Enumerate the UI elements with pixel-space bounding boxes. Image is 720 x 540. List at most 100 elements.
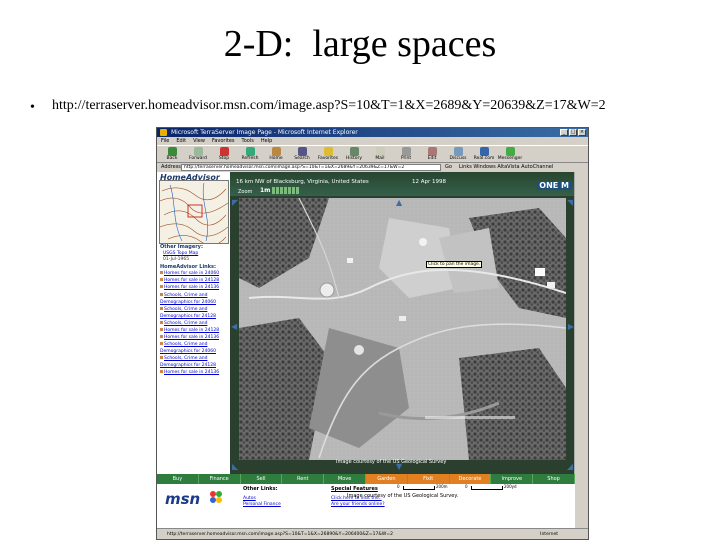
go-button[interactable]: Go	[445, 163, 452, 172]
bullet-mark: •	[30, 100, 35, 115]
tab-improve[interactable]: Improve	[491, 474, 534, 484]
minimize-button[interactable]: _	[560, 129, 568, 136]
messenger-icon	[505, 147, 515, 156]
left-link-1[interactable]: Homes for sale in 24060	[160, 271, 219, 276]
slide-title: 2-D: large spaces	[223, 23, 497, 65]
pan-west-arrow[interactable]: ◀	[231, 322, 237, 331]
slide-url-link[interactable]: http://terraserver.homeadvisor.msn.com/i…	[52, 98, 606, 114]
window-controls: _ □ ×	[560, 129, 586, 136]
left-link-11-label: Schools, Crime and	[164, 342, 208, 347]
left-link-2-label: Homes for sale in 24128	[164, 278, 220, 283]
tab-buy[interactable]: Buy	[157, 474, 199, 484]
aerial-photo[interactable]	[239, 198, 566, 460]
left-link-13-label: Schools, Crime and	[164, 356, 208, 361]
tab-move[interactable]: Move	[324, 474, 366, 484]
links-bar[interactable]: Links Windows AltaVista AutoChannel	[459, 163, 553, 172]
other-imagery-heading: Other Imagery:	[160, 244, 203, 250]
tab-fixit[interactable]: Fixit	[407, 474, 450, 484]
left-link-5[interactable]: Demographics for 24060	[160, 300, 216, 305]
window-titlebar: Microsoft TerraServer Image Page - Micro…	[157, 128, 588, 137]
left-link-3[interactable]: Homes for sale in 24136	[160, 285, 219, 290]
tab-rent[interactable]: Rent	[282, 474, 325, 484]
scale-end-yd: 200yd	[504, 484, 517, 489]
pan-northwest-arrow[interactable]: ◤	[232, 198, 238, 207]
discuss-label: Discuss	[449, 156, 467, 161]
tab-garden[interactable]: Garden	[365, 474, 408, 484]
search-button[interactable]: Search	[291, 146, 313, 162]
personal-finance-link[interactable]: Personal Finance	[243, 502, 281, 507]
tab-sell[interactable]: Sell	[241, 474, 283, 484]
pan-north-arrow[interactable]: ▲	[396, 198, 402, 207]
msn-butterfly-icon	[210, 491, 222, 503]
menu-file[interactable]: File	[161, 137, 169, 145]
pan-northeast-arrow[interactable]: ◥	[567, 198, 573, 207]
scale-end-m: 200m	[436, 484, 448, 489]
edit-label: Edit	[427, 156, 437, 161]
realcom-button[interactable]: Real.com	[473, 146, 495, 162]
one-million-badge[interactable]: ONE M	[537, 181, 571, 190]
discuss-button[interactable]: Discuss	[447, 146, 469, 162]
left-link-13[interactable]: Schools, Crime and	[160, 356, 207, 361]
autos-link[interactable]: Autos	[243, 496, 256, 501]
realcom-icon	[479, 147, 489, 156]
left-link-6[interactable]: Schools, Crime and	[160, 307, 207, 312]
menu-edit[interactable]: Edit	[176, 137, 186, 145]
left-link-14[interactable]: Demographics for 24128	[160, 363, 216, 368]
zoom-level[interactable]: 1m	[260, 187, 270, 194]
left-link-9[interactable]: Homes for sale in 24128	[160, 328, 219, 333]
mail-icon	[375, 147, 385, 156]
scale-bar-meters	[403, 486, 435, 490]
history-label: History	[345, 156, 362, 161]
maximize-button[interactable]: □	[569, 129, 577, 136]
menu-favorites[interactable]: Favorites	[212, 137, 235, 145]
refresh-icon	[245, 147, 255, 156]
vertical-scrollbar[interactable]	[574, 172, 588, 528]
category-nav: Buy Finance Sell Rent Move Garden Fixit …	[157, 474, 575, 484]
search-icon	[297, 147, 307, 156]
left-link-8[interactable]: Schools, Crime and	[160, 321, 207, 326]
print-icon	[401, 147, 411, 156]
search-label: Search	[294, 156, 310, 161]
usgs-topo-link[interactable]: USGS Topo Map	[163, 251, 198, 256]
menu-view[interactable]: View	[193, 137, 205, 145]
left-link-2[interactable]: Homes for sale in 24128	[160, 278, 219, 283]
realcom-label: Real.com	[473, 156, 495, 161]
favorites-button[interactable]: Favorites	[317, 146, 339, 162]
browser-screenshot: Microsoft TerraServer Image Page - Micro…	[156, 127, 589, 540]
left-link-7[interactable]: Demographics for 24128	[160, 314, 216, 319]
topo-map-thumbnail[interactable]	[159, 180, 229, 244]
close-button[interactable]: ×	[578, 129, 586, 136]
history-button[interactable]: History	[343, 146, 365, 162]
address-input[interactable]: http://terraserver.homeadvisor.msn.com/i…	[181, 164, 441, 171]
left-link-12[interactable]: Demographics for 24060	[160, 349, 216, 354]
zoom-scale[interactable]	[272, 187, 299, 194]
menu-bar: File Edit View Favorites Tools Help	[157, 137, 588, 145]
print-button[interactable]: Print	[395, 146, 417, 162]
mail-button[interactable]: Mail	[369, 146, 391, 162]
menu-tools[interactable]: Tools	[242, 137, 254, 145]
print-label: Print	[400, 156, 412, 161]
left-link-10[interactable]: Homes for sale in 24136	[160, 335, 219, 340]
edit-button[interactable]: Edit	[421, 146, 443, 162]
left-link-11[interactable]: Schools, Crime and	[160, 342, 207, 347]
tab-finance[interactable]: Finance	[199, 474, 241, 484]
left-link-4[interactable]: Schools, Crime and	[160, 293, 207, 298]
home-button[interactable]: Home	[265, 146, 287, 162]
back-button[interactable]: Back	[161, 146, 183, 162]
pan-southeast-arrow[interactable]: ◢	[567, 462, 573, 471]
stop-button[interactable]: Stop	[213, 146, 235, 162]
msn-logo[interactable]: msn	[165, 490, 200, 508]
special-feature-link-2[interactable]: Are your friends online?	[331, 502, 385, 507]
tab-decorate[interactable]: Decorate	[449, 474, 492, 484]
aerial-terrain-image	[239, 198, 566, 460]
topo-contour-icon	[160, 182, 228, 243]
forward-button[interactable]: Forward	[187, 146, 209, 162]
forward-label: Forward	[188, 156, 208, 161]
pan-southwest-arrow[interactable]: ◣	[232, 462, 238, 471]
tab-shop[interactable]: Shop	[533, 474, 575, 484]
messenger-button[interactable]: Messenger	[498, 146, 522, 162]
left-link-15[interactable]: Homes for sale in 24136	[160, 370, 219, 375]
other-links-heading: Other Links:	[243, 486, 278, 492]
refresh-button[interactable]: Refresh	[239, 146, 261, 162]
menu-help[interactable]: Help	[261, 137, 272, 145]
